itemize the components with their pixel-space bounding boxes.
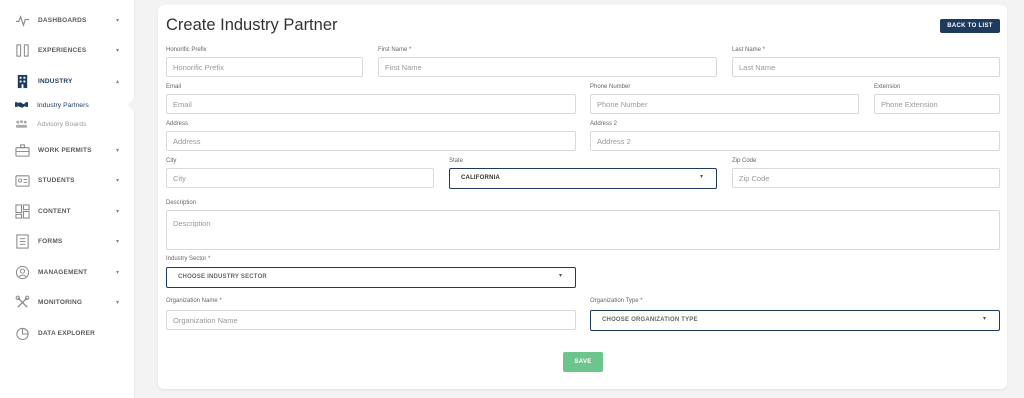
handshake-icon [15, 100, 28, 110]
caret-down-icon: ▾ [559, 273, 563, 279]
pulse-icon [15, 13, 30, 28]
subnav-industry-partners-label: Industry Partners [37, 101, 89, 109]
caret-down-icon: ▾ [983, 316, 987, 322]
nav-work-permits-label: WORK PERMITS [38, 146, 92, 154]
industry-sector-select-value: CHOOSE INDUSTRY SECTOR [178, 274, 267, 280]
email-label: Email [166, 84, 182, 90]
nav-forms[interactable]: FORMS ▾ [0, 230, 135, 252]
phone-number-label: Phone Number [590, 84, 631, 90]
nav-monitoring-label: MONITORING [38, 298, 83, 306]
phone-number-input[interactable] [590, 94, 859, 114]
first-name-input[interactable] [378, 57, 717, 77]
organization-type-select[interactable]: CHOOSE ORGANIZATION TYPE ▾ [590, 310, 1000, 331]
building-icon [15, 74, 30, 89]
organization-type-label: Organization Type * [590, 298, 643, 304]
extension-input[interactable] [874, 94, 1000, 114]
chevron-down-icon: ▾ [116, 238, 120, 245]
nav-experiences-label: EXPERIENCES [38, 46, 87, 54]
organization-name-input[interactable] [166, 310, 576, 330]
organization-name-label: Organization Name * [166, 298, 222, 304]
chevron-down-icon: ▾ [116, 147, 120, 154]
nav-dashboards-label: DASHBOARDS [38, 16, 87, 24]
city-label: City [166, 158, 177, 164]
email-input[interactable] [166, 94, 576, 114]
save-button[interactable]: SAVE [563, 352, 603, 372]
state-select-value: CALIFORNIA [461, 175, 500, 181]
chevron-down-icon: ▾ [116, 47, 120, 54]
chevron-down-icon: ▾ [116, 17, 120, 24]
nav-management[interactable]: MANAGEMENT ▾ [0, 261, 135, 283]
nav-work-permits[interactable]: WORK PERMITS ▾ [0, 139, 135, 161]
state-select[interactable]: CALIFORNIA ▾ [449, 168, 717, 189]
address-input[interactable] [166, 131, 576, 151]
industry-sector-select[interactable]: CHOOSE INDUSTRY SECTOR ▾ [166, 267, 576, 288]
last-name-label: Last Name * [732, 47, 766, 53]
state-label: State [449, 158, 464, 164]
page-title: Create Industry Partner [166, 16, 338, 34]
sidebar: DASHBOARDS ▾ EXPERIENCES ▾ INDUSTRY ▴ In… [0, 0, 136, 398]
nav-data-explorer[interactable]: DATA EXPLORER [0, 322, 135, 344]
nav-students[interactable]: STUDENTS ▾ [0, 169, 135, 191]
last-name-input[interactable] [732, 57, 1000, 77]
nav-industry[interactable]: INDUSTRY ▴ [0, 70, 135, 92]
nav-monitoring[interactable]: MONITORING ▾ [0, 291, 135, 313]
first-name-label: First Name * [378, 47, 412, 53]
nav-data-explorer-label: DATA EXPLORER [38, 329, 96, 337]
subnav-advisory-boards-label: Advisory Boards [37, 120, 87, 128]
pie-chart-icon [15, 326, 30, 341]
nav-experiences[interactable]: EXPERIENCES ▾ [0, 39, 135, 61]
nav-content[interactable]: CONTENT ▾ [0, 200, 135, 222]
id-card-icon [15, 173, 30, 188]
nav-content-label: CONTENT [38, 207, 71, 215]
zip-code-input[interactable] [732, 168, 1000, 188]
form-card: Create Industry Partner BACK TO LIST Hon… [158, 5, 1007, 389]
layout-icon [15, 203, 30, 219]
organization-type-select-value: CHOOSE ORGANIZATION TYPE [602, 317, 698, 323]
chevron-down-icon: ▾ [116, 269, 120, 276]
chevron-down-icon: ▾ [116, 177, 120, 184]
industry-sector-label: Industry Sector * [166, 256, 211, 262]
honorific-prefix-label: Honorific Prefix [166, 47, 207, 53]
honorific-prefix-input[interactable] [166, 57, 363, 77]
extension-label: Extension [874, 84, 901, 90]
subnav-advisory-boards[interactable]: Advisory Boards [0, 116, 135, 132]
zip-code-label: Zip Code [732, 158, 757, 164]
user-circle-icon [15, 265, 30, 280]
group-icon [15, 119, 28, 129]
chevron-up-icon: ▴ [116, 78, 120, 85]
nav-industry-label: INDUSTRY [38, 77, 73, 85]
address2-input[interactable] [590, 131, 1000, 151]
nav-management-label: MANAGEMENT [38, 268, 88, 276]
description-label: Description [166, 200, 197, 206]
subnav-industry-partners[interactable]: Industry Partners [0, 97, 135, 113]
nav-students-label: STUDENTS [38, 176, 75, 184]
back-to-list-button[interactable]: BACK TO LIST [940, 19, 1000, 33]
tools-icon [15, 295, 30, 310]
nav-dashboards[interactable]: DASHBOARDS ▾ [0, 9, 135, 31]
address-label: Address [166, 121, 189, 127]
nav-forms-label: FORMS [38, 237, 63, 245]
briefcase-icon [15, 143, 30, 158]
chevron-down-icon: ▾ [116, 299, 120, 306]
columns-icon [15, 43, 30, 58]
city-input[interactable] [166, 168, 434, 188]
address2-label: Address 2 [590, 121, 618, 127]
description-textarea[interactable] [166, 210, 1000, 250]
chevron-down-icon: ▾ [116, 208, 120, 215]
form-icon [15, 233, 30, 249]
caret-down-icon: ▾ [700, 174, 704, 180]
